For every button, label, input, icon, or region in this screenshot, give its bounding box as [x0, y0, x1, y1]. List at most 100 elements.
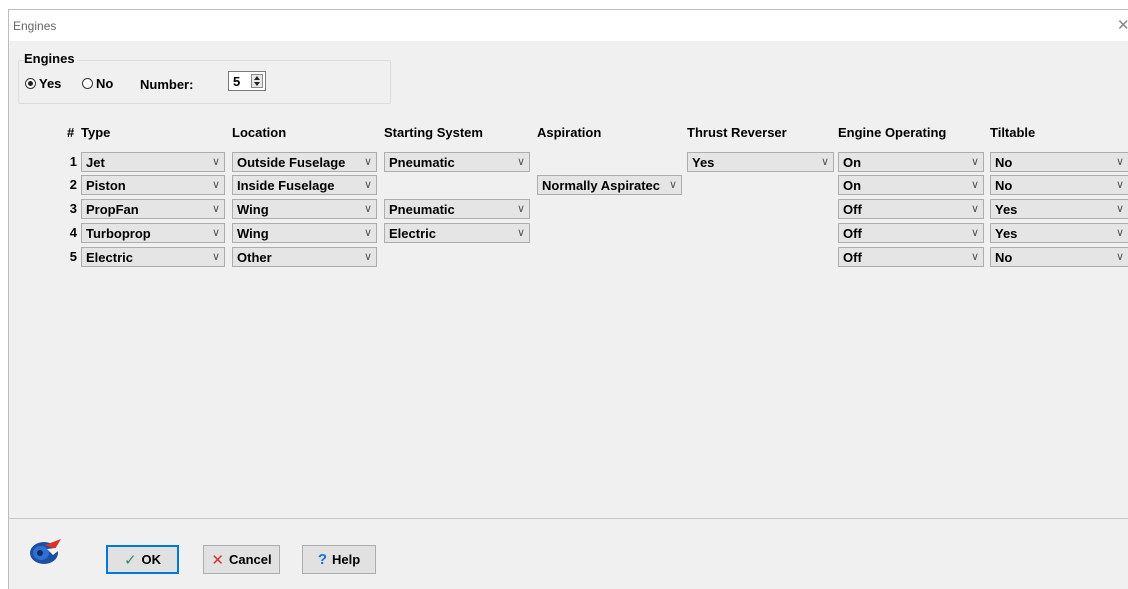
engine-operating-dropdown[interactable]: On ∨ — [838, 175, 984, 195]
chevron-down-icon: ∨ — [211, 227, 220, 239]
chevron-down-icon: ∨ — [970, 156, 979, 168]
chevron-down-icon: ∨ — [1115, 203, 1124, 215]
col-header-location: Location — [232, 125, 287, 140]
tiltable-value: Yes — [995, 202, 1018, 217]
tiltable-dropdown[interactable]: No ∨ — [990, 152, 1128, 172]
location-value: Outside Fuselage — [237, 155, 346, 170]
tiltable-value: No — [995, 178, 1013, 193]
number-value: 5 — [233, 74, 241, 89]
chevron-down-icon: ∨ — [668, 179, 677, 191]
aspiration-value: Normally Aspiratec — [542, 178, 661, 193]
engine-operating-value: Off — [843, 250, 862, 265]
ok-button-label: OK — [141, 552, 162, 567]
engine-operating-value: Off — [843, 226, 862, 241]
type-dropdown[interactable]: PropFan ∨ — [81, 199, 225, 219]
help-button-label: Help — [332, 552, 361, 567]
no-radio[interactable]: No — [82, 76, 113, 91]
tiltable-dropdown[interactable]: No ∨ — [990, 175, 1128, 195]
thrust-reverser-value: Yes — [692, 155, 715, 170]
number-spinner[interactable]: 5 — [228, 71, 266, 91]
tiltable-value: No — [995, 250, 1013, 265]
row-number: 4 — [69, 225, 77, 240]
type-value: Turboprop — [86, 226, 151, 241]
location-dropdown[interactable]: Outside Fuselage ∨ — [232, 152, 377, 172]
chevron-down-icon: ∨ — [1115, 179, 1124, 191]
engine-operating-dropdown[interactable]: Off ∨ — [838, 223, 984, 243]
type-value: Electric — [86, 250, 133, 265]
tiltable-dropdown[interactable]: No ∨ — [990, 247, 1128, 267]
chevron-down-icon: ∨ — [363, 203, 372, 215]
chevron-down-icon: ∨ — [363, 251, 372, 263]
footer-separator — [9, 518, 1128, 519]
help-button[interactable]: ? Help — [302, 545, 376, 574]
engines-group: Engines Yes No Number: 5 — [18, 51, 391, 104]
type-value: PropFan — [86, 202, 139, 217]
engine-operating-dropdown[interactable]: On ∨ — [838, 152, 984, 172]
spin-up-icon[interactable] — [254, 76, 260, 80]
chevron-down-icon: ∨ — [970, 227, 979, 239]
location-dropdown[interactable]: Wing ∨ — [232, 223, 377, 243]
location-dropdown[interactable]: Wing ∨ — [232, 199, 377, 219]
engines-group-label: Engines — [24, 51, 77, 66]
starting-system-dropdown[interactable]: Electric ∨ — [384, 223, 530, 243]
starting-system-dropdown[interactable]: Pneumatic ∨ — [384, 199, 530, 219]
window-title: Engines — [13, 19, 57, 33]
cancel-button[interactable]: ✕ Cancel — [203, 545, 280, 574]
type-dropdown[interactable]: Electric ∨ — [81, 247, 225, 267]
type-dropdown[interactable]: Piston ∨ — [81, 175, 225, 195]
question-icon: ? — [317, 551, 327, 568]
chevron-down-icon: ∨ — [516, 227, 525, 239]
type-dropdown[interactable]: Jet ∨ — [81, 152, 225, 172]
chevron-down-icon: ∨ — [1115, 156, 1124, 168]
location-value: Wing — [237, 226, 269, 241]
col-header-thrust-reverser: Thrust Reverser — [687, 125, 787, 140]
starting-system-dropdown[interactable]: Pneumatic ∨ — [384, 152, 530, 172]
location-value: Other — [237, 250, 272, 265]
check-icon: ✓ — [123, 551, 137, 569]
starting-system-value: Electric — [389, 226, 436, 241]
location-dropdown[interactable]: Inside Fuselage ∨ — [232, 175, 377, 195]
type-value: Jet — [86, 155, 105, 170]
title-bar: Engines ✕ — [9, 10, 1128, 41]
location-dropdown[interactable]: Other ∨ — [232, 247, 377, 267]
engine-operating-dropdown[interactable]: Off ∨ — [838, 199, 984, 219]
chevron-down-icon: ∨ — [970, 179, 979, 191]
type-value: Piston — [86, 178, 126, 193]
ok-button[interactable]: ✓ OK — [106, 545, 179, 574]
close-icon[interactable]: ✕ — [1117, 16, 1128, 32]
row-number: 2 — [69, 177, 77, 192]
thrust-reverser-dropdown[interactable]: Yes ∨ — [687, 152, 834, 172]
number-label: Number: — [140, 77, 194, 92]
radio-selected-icon — [25, 78, 36, 89]
cancel-button-label: Cancel — [228, 552, 272, 567]
engine-operating-dropdown[interactable]: Off ∨ — [838, 247, 984, 267]
yes-radio[interactable]: Yes — [25, 76, 61, 91]
chevron-down-icon: ∨ — [363, 156, 372, 168]
type-dropdown[interactable]: Turboprop ∨ — [81, 223, 225, 243]
spinner-buttons[interactable] — [251, 74, 263, 88]
row-number: 3 — [69, 201, 77, 216]
chevron-down-icon: ∨ — [516, 203, 525, 215]
starting-system-value: Pneumatic — [389, 202, 455, 217]
radio-unselected-icon — [82, 78, 93, 89]
col-header-tiltable: Tiltable — [990, 125, 1036, 140]
chevron-down-icon: ∨ — [1115, 227, 1124, 239]
chevron-down-icon: ∨ — [1115, 251, 1124, 263]
col-header-number: # — [67, 125, 75, 140]
app-logo-icon — [30, 539, 63, 564]
engine-operating-value: On — [843, 178, 862, 193]
tiltable-dropdown[interactable]: Yes ∨ — [990, 199, 1128, 219]
col-header-starting-system: Starting System — [384, 125, 483, 140]
row-number: 1 — [69, 154, 77, 169]
tiltable-value: No — [995, 155, 1013, 170]
chevron-down-icon: ∨ — [970, 203, 979, 215]
tiltable-dropdown[interactable]: Yes ∨ — [990, 223, 1128, 243]
chevron-down-icon: ∨ — [211, 203, 220, 215]
aspiration-dropdown[interactable]: Normally Aspiratec ∨ — [537, 175, 682, 195]
location-value: Inside Fuselage — [237, 178, 335, 193]
row-number: 5 — [69, 249, 77, 264]
spin-down-icon[interactable] — [254, 82, 260, 86]
dialog-body: Engines Yes No Number: 5 # Type Location… — [9, 41, 1128, 589]
chevron-down-icon: ∨ — [363, 227, 372, 239]
chevron-down-icon: ∨ — [970, 251, 979, 263]
